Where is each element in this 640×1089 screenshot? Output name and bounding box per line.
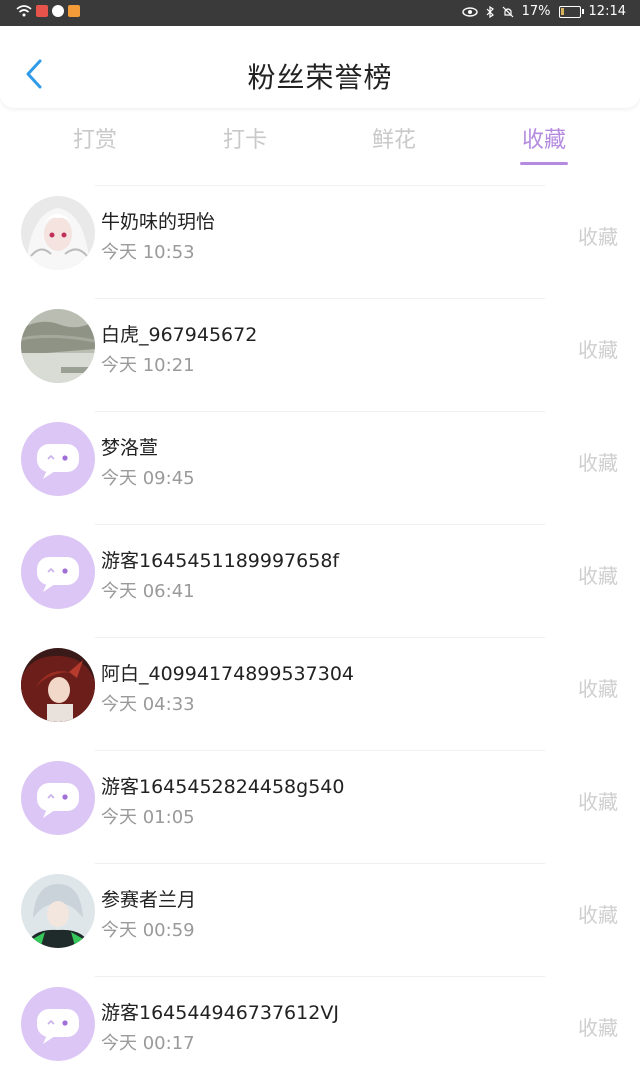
list-item[interactable]: 梦洛萱 今天 09:45 收藏: [0, 411, 640, 524]
anime-avatar-image: [21, 648, 95, 722]
avatar: [21, 309, 95, 383]
list-item[interactable]: 牛奶味的玥怡 今天 10:53 收藏: [0, 185, 640, 298]
chat-bubble-icon: [37, 444, 79, 479]
chat-bubble-icon: [37, 783, 79, 818]
fan-name: 牛奶味的玥怡: [101, 211, 216, 233]
battery-level: [560, 7, 564, 15]
mute-bell-icon: [502, 6, 514, 17]
tab-flowers[interactable]: 鲜花: [344, 122, 444, 154]
list-item[interactable]: 游客164544946737612VJ 今天 00:17 收藏: [0, 976, 640, 1089]
tab-tips[interactable]: 打赏: [45, 122, 145, 154]
favorite-label[interactable]: 收藏: [578, 560, 618, 589]
fan-list: 牛奶味的玥怡 今天 10:53 收藏 白虎_967945672 今天 10:21…: [0, 185, 640, 1089]
wifi-icon: [16, 5, 32, 17]
chat-bubble-icon: [37, 1009, 79, 1044]
avatar: [21, 987, 95, 1061]
clock: 12:14: [588, 4, 626, 19]
avatar: [21, 874, 95, 948]
fan-name: 白虎_967945672: [101, 324, 258, 346]
photo-avatar-image: [21, 309, 95, 383]
anime-avatar-image: [21, 874, 95, 948]
favorite-label[interactable]: 收藏: [578, 1012, 618, 1041]
fan-time: 今天 00:59: [101, 920, 195, 941]
page-title: 粉丝荣誉榜: [247, 61, 393, 94]
header: 粉丝荣誉榜: [0, 26, 640, 108]
fan-name: 阿白_40994174899537304: [101, 663, 355, 685]
active-tab-indicator: [520, 162, 568, 165]
fan-time: 今天 09:45: [101, 468, 195, 489]
app-notification-icon: [36, 5, 48, 17]
chat-bubble-icon: [37, 557, 79, 592]
status-bar: 17% 12:14: [0, 0, 640, 26]
tab-checkin[interactable]: 打卡: [195, 122, 295, 154]
avatar: [21, 535, 95, 609]
avatar: [21, 196, 95, 270]
status-left-icons: [16, 5, 80, 17]
avatar: [21, 422, 95, 496]
fan-time: 今天 04:33: [101, 694, 195, 715]
list-item[interactable]: 游客1645452824458g540 今天 01:05 收藏: [0, 750, 640, 863]
list-item[interactable]: 阿白_40994174899537304 今天 04:33 收藏: [0, 637, 640, 750]
fan-name: 游客1645451189997658f: [101, 550, 340, 572]
favorite-label[interactable]: 收藏: [578, 673, 618, 702]
status-right: 17% 12:14: [461, 4, 626, 19]
browser-notification-icon: [52, 5, 64, 17]
tab-bar: 打赏 打卡 鲜花 收藏: [0, 118, 640, 166]
battery-icon: [558, 5, 584, 18]
fan-time: 今天 00:17: [101, 1033, 195, 1054]
list-item[interactable]: 游客1645451189997658f 今天 06:41 收藏: [0, 524, 640, 637]
list-item[interactable]: 参赛者兰月 今天 00:59 收藏: [0, 863, 640, 976]
anime-avatar-image: [21, 196, 95, 270]
favorite-label[interactable]: 收藏: [578, 786, 618, 815]
media-notification-icon: [68, 5, 80, 17]
avatar: [21, 761, 95, 835]
fan-name: 参赛者兰月: [101, 889, 197, 911]
bluetooth-icon: [486, 5, 494, 18]
fan-name: 梦洛萱: [101, 437, 159, 459]
avatar: [21, 648, 95, 722]
fan-name: 游客1645452824458g540: [101, 776, 345, 798]
battery-percent: 17%: [521, 4, 551, 19]
fan-time: 今天 10:21: [101, 355, 195, 376]
fan-time: 今天 10:53: [101, 242, 195, 263]
fan-name: 游客164544946737612VJ: [101, 1002, 339, 1024]
favorite-label[interactable]: 收藏: [578, 334, 618, 363]
favorite-label[interactable]: 收藏: [578, 899, 618, 928]
list-item[interactable]: 白虎_967945672 今天 10:21 收藏: [0, 298, 640, 411]
tab-favorites[interactable]: 收藏: [494, 122, 594, 154]
fan-time: 今天 06:41: [101, 581, 195, 602]
fan-time: 今天 01:05: [101, 807, 195, 828]
eye-icon: [461, 6, 478, 17]
favorite-label[interactable]: 收藏: [578, 447, 618, 476]
favorite-label[interactable]: 收藏: [578, 221, 618, 250]
